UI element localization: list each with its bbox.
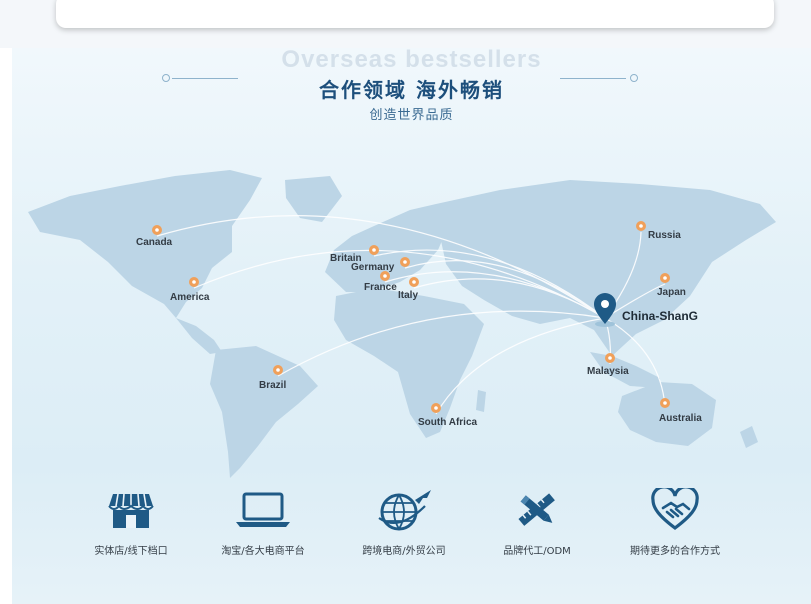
feature-label: 跨境电商/外贸公司 (362, 546, 446, 557)
feature-label: 期待更多的合作方式 (630, 546, 720, 557)
africa-land (334, 288, 484, 438)
label-germany: Germany (351, 262, 395, 273)
feature-ecommerce[interactable]: 淘宝/各大电商平台 (193, 488, 333, 557)
feature-store[interactable]: 实体店/线下档口 (61, 488, 201, 557)
label-hub: China-ShanG (622, 309, 699, 323)
madagascar-land (476, 390, 486, 412)
label-italy: Italy (398, 290, 419, 301)
feature-label: 淘宝/各大电商平台 (221, 546, 305, 557)
storefront-icon (61, 488, 201, 532)
label-russia: Russia (648, 230, 681, 241)
feature-oem[interactable]: 品牌代工/ODM (467, 488, 607, 557)
globe-plane-icon (334, 488, 474, 532)
asia-land (436, 180, 776, 356)
label-america: America (170, 292, 210, 303)
new-zealand-land (740, 426, 758, 448)
label-australia: Australia (659, 413, 702, 424)
label-brazil: Brazil (259, 380, 287, 391)
continents (28, 170, 776, 478)
south-america-land (210, 346, 318, 478)
feature-crossborder[interactable]: 跨境电商/外贸公司 (334, 488, 474, 557)
label-france: France (364, 282, 397, 293)
handshake-heart-icon (605, 488, 745, 532)
pin-italy-icon[interactable] (409, 277, 419, 291)
label-japan: Japan (657, 287, 686, 298)
label-canada: Canada (136, 237, 173, 248)
laptop-icon (193, 488, 333, 532)
feature-label: 品牌代工/ODM (503, 546, 571, 557)
pencil-ruler-icon (467, 488, 607, 532)
label-malaysia: Malaysia (587, 366, 629, 377)
central-america-land (176, 318, 222, 354)
label-south-africa: South Africa (418, 417, 478, 428)
feature-label: 实体店/线下档口 (94, 546, 168, 557)
feature-more[interactable]: 期待更多的合作方式 (605, 488, 745, 557)
